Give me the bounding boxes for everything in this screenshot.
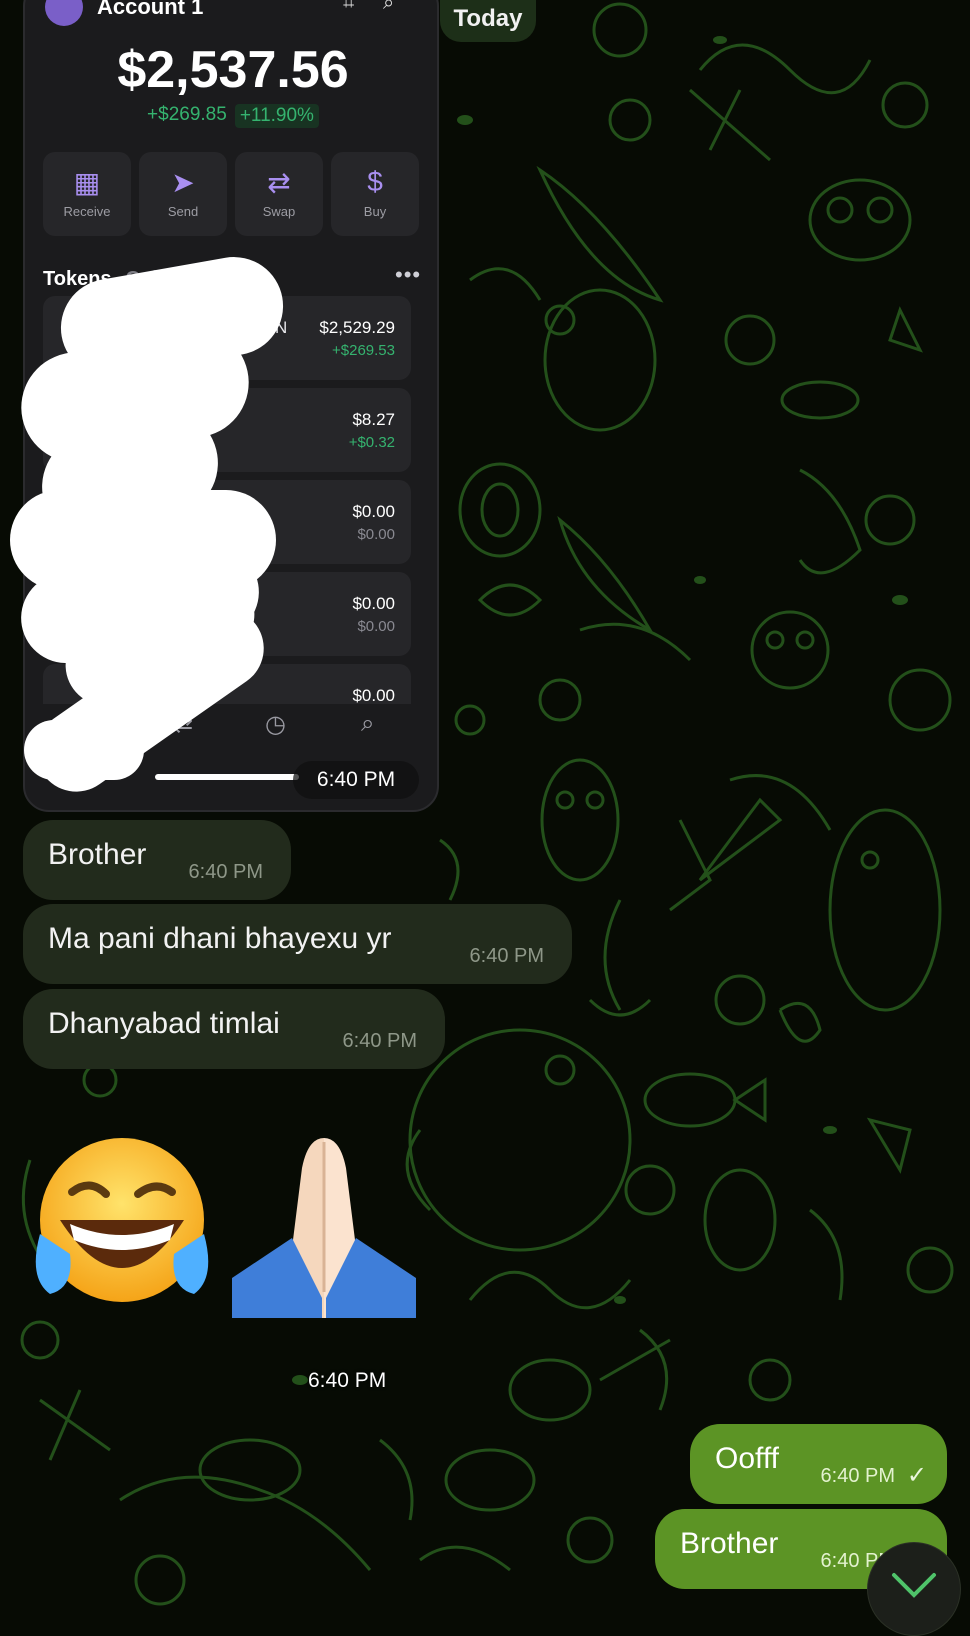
send-label: Send <box>167 204 199 219</box>
message-time: 6:40 PM <box>342 1030 417 1052</box>
qr-code-icon: ▦ <box>73 167 101 198</box>
date-header: Today <box>440 0 536 42</box>
token-value: $0.00 <box>352 502 395 521</box>
message-text: Ma pani dhani bhayexu yr <box>48 922 392 955</box>
token-change: +$269.53 <box>332 342 395 359</box>
send-icon: ➤ <box>171 167 195 198</box>
token-change: +$0.32 <box>348 434 395 451</box>
scan-icon: ⌗ <box>343 0 355 14</box>
token-change: $0.00 <box>357 526 395 543</box>
folded-hands-emoji-icon[interactable] <box>228 1128 420 1318</box>
clock-icon: ◷ <box>265 711 286 738</box>
message-text: Brother <box>48 838 147 871</box>
change-percent: +11.90% <box>234 104 319 128</box>
incoming-message[interactable]: Ma pani dhani bhayexu yr 6:40 PM <box>23 904 572 984</box>
swap-button: ⇄ Swap <box>235 152 323 236</box>
change-value: +$269.85 <box>147 104 227 125</box>
message-text: Oofff <box>715 1442 779 1475</box>
message-text: Dhanyabad timlai <box>48 1007 280 1040</box>
avatar <box>45 0 83 26</box>
wallet-balance: $2,537.56 <box>117 41 349 99</box>
chevron-down-icon <box>892 1573 936 1598</box>
wallet-actions: ▦ Receive ➤ Send ⇄ Swap $ Buy <box>43 152 419 236</box>
token-value: $0.00 <box>352 594 395 613</box>
message-time: 6:40 PM <box>308 1369 387 1392</box>
incoming-message[interactable]: Dhanyabad timlai 6:40 PM <box>23 989 445 1069</box>
outgoing-message[interactable]: Oofff 6:40 PM ✓ <box>690 1424 947 1504</box>
laughing-tears-emoji-icon[interactable] <box>30 1134 214 1310</box>
home-indicator <box>155 774 299 780</box>
message-time: 6:40 PM <box>188 861 263 883</box>
send-button: ➤ Send <box>139 152 227 236</box>
receive-label: Receive <box>63 204 111 219</box>
token-value: $2,529.29 <box>319 318 395 337</box>
incoming-message[interactable]: Brother 6:40 PM <box>23 820 291 900</box>
token-change: $0.00 <box>357 618 395 635</box>
read-check-icon: ✓ <box>906 1462 927 1489</box>
swap-label: Swap <box>262 204 296 219</box>
search-icon: ⌕ <box>361 710 375 737</box>
search-icon: ⌕ <box>383 0 395 14</box>
account-name: Account 1 <box>97 0 204 19</box>
dollar-icon: $ <box>367 166 383 197</box>
account-header: Account 1 <box>45 0 204 26</box>
buy-label: Buy <box>363 204 387 219</box>
more-icon: ••• <box>395 262 422 287</box>
swap-icon: ⇄ <box>267 167 291 198</box>
receive-button: ▦ Receive <box>43 152 131 236</box>
token-value: $8.27 <box>352 410 395 429</box>
message-time: 6:40 PM <box>469 945 544 967</box>
message-time: 6:40 PM <box>293 761 419 799</box>
balance-change: +$269.85 +11.90% <box>25 104 437 128</box>
buy-button: $ Buy <box>331 152 419 236</box>
message-time: 6:40 PM <box>820 1465 895 1487</box>
scroll-to-bottom-button[interactable] <box>867 1542 961 1636</box>
message-text: Brother <box>680 1527 779 1560</box>
